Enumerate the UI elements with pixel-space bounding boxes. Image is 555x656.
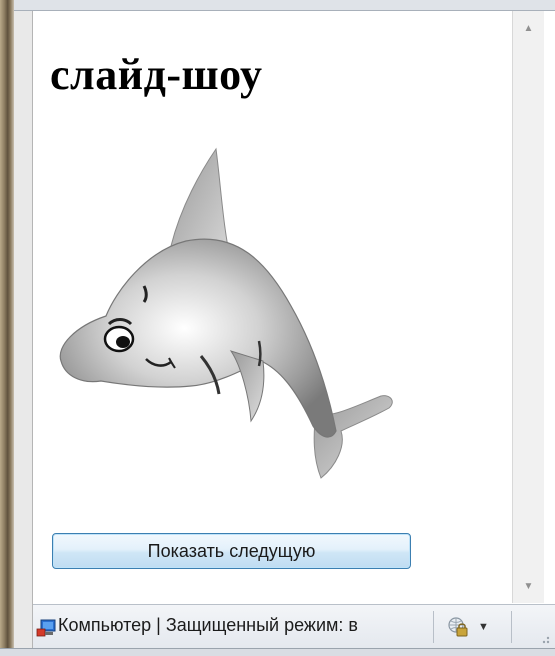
- show-next-button[interactable]: Показать следущую: [52, 533, 411, 569]
- window-border-left: [14, 0, 33, 655]
- arrow-up-icon[interactable]: ▲: [513, 11, 544, 45]
- protected-mode-button[interactable]: ▼: [438, 611, 498, 643]
- window-frame-left: [0, 0, 14, 655]
- dolphin-image: [59, 147, 393, 479]
- window-frame-top: [14, 0, 555, 11]
- globe-lock-icon: [448, 617, 468, 637]
- resize-grip-icon[interactable]: [535, 629, 551, 645]
- status-separator: [511, 611, 512, 643]
- status-bar: Компьютер | Защищенный режим: в ▼: [33, 604, 555, 649]
- page-title: слайд-шоу: [50, 50, 263, 99]
- arrow-down-icon[interactable]: ▼: [513, 569, 544, 603]
- vertical-scrollbar[interactable]: ▲ ▼: [512, 11, 544, 603]
- status-separator: [433, 611, 434, 643]
- chevron-down-icon[interactable]: ▼: [478, 621, 489, 633]
- computer-icon: [36, 619, 56, 637]
- page-viewport: слайд-шоу Показать следущую: [33, 11, 512, 603]
- status-text: Компьютер | Защищенный режим: в: [58, 615, 358, 635]
